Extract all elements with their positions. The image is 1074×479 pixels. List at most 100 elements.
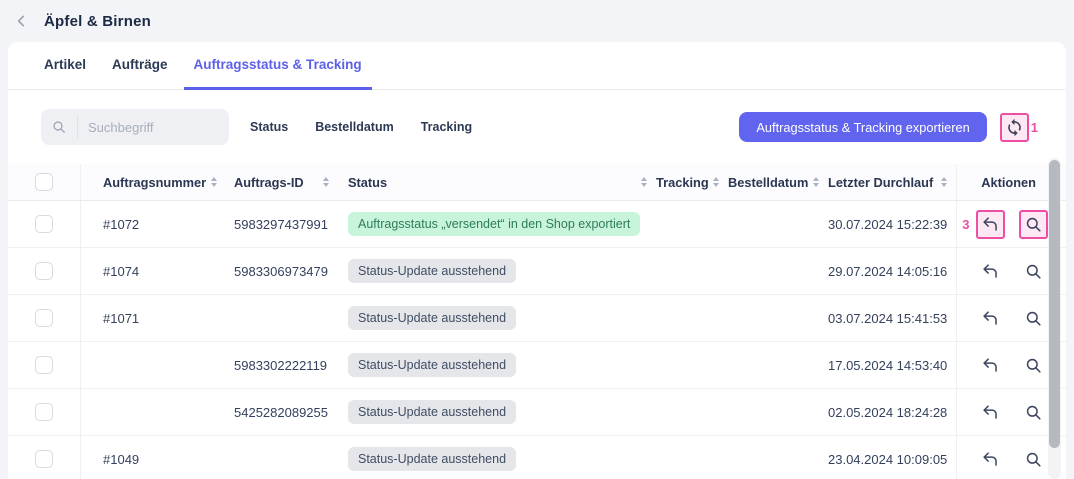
undo-export-icon[interactable] (981, 450, 1000, 469)
row-checkbox[interactable] (35, 450, 53, 468)
cell-auftragsnummer (81, 342, 226, 388)
cell-auftrags-id: 5425282089255 (226, 389, 338, 435)
undo-export-icon[interactable] (981, 309, 1000, 328)
cell-bestelldatum (728, 248, 828, 294)
content-card: Artikel Aufträge Auftragsstatus & Tracki… (8, 42, 1066, 479)
cell-tracking (656, 295, 728, 341)
column-header-bestelldatum: Bestelldatum (728, 175, 808, 190)
annotation-label-undo: 3 (960, 217, 971, 232)
page-title: Äpfel & Birnen (44, 13, 151, 30)
annotation-box-search (1019, 210, 1048, 239)
tab-auftraege[interactable]: Aufträge (102, 42, 178, 90)
column-header-letzter-durchlauf: Letzter Durchlauf (828, 175, 933, 190)
column-header-auftrags-id: Auftrags-ID (234, 175, 304, 190)
status-badge: Auftragsstatus „versendet“ in den Shop e… (348, 212, 640, 236)
row-checkbox[interactable] (35, 309, 53, 327)
annotation-box-search (1019, 398, 1048, 427)
cell-tracking (656, 248, 728, 294)
toolbar: Status Bestelldatum Tracking Auftragssta… (8, 90, 1066, 164)
search-box (41, 109, 229, 145)
refresh-icon[interactable] (1005, 118, 1024, 137)
details-search-icon[interactable] (1024, 403, 1043, 422)
cell-auftragsnummer: #1049 (81, 436, 226, 479)
sort-icon-auftrags-id[interactable] (323, 177, 329, 187)
status-badge: Status-Update ausstehend (348, 306, 516, 330)
cell-letzter-durchlauf: 29.07.2024 14:05:16 (828, 248, 956, 294)
filter-tracking[interactable]: Tracking (421, 120, 472, 134)
details-search-icon[interactable] (1024, 356, 1043, 375)
table-row: #1072 5983297437991 Auftragsstatus „vers… (8, 201, 1066, 248)
select-all-checkbox[interactable] (35, 173, 53, 191)
row-checkbox[interactable] (35, 356, 53, 374)
annotation-box-undo (976, 304, 1005, 333)
cell-auftrags-id: 5983297437991 (226, 201, 338, 247)
annotation-box-undo (976, 398, 1005, 427)
annotation-box-search (1019, 351, 1048, 380)
table-row: 5983302222119 Status-Update ausstehend 1… (8, 342, 1066, 389)
column-header-aktionen: Aktionen (981, 175, 1036, 190)
search-icon (41, 119, 77, 135)
annotation-box-undo (976, 257, 1005, 286)
undo-export-icon[interactable] (981, 403, 1000, 422)
cell-letzter-durchlauf: 17.05.2024 14:53:40 (828, 342, 956, 388)
sort-icon-bestelldatum[interactable] (813, 177, 819, 187)
filter-status[interactable]: Status (250, 120, 288, 134)
details-search-icon[interactable] (1024, 309, 1043, 328)
cell-bestelldatum (728, 201, 828, 247)
row-checkbox[interactable] (35, 403, 53, 421)
annotation-box-undo (976, 210, 1005, 239)
annotation-box-search (1019, 257, 1048, 286)
sort-icon-tracking[interactable] (713, 177, 719, 187)
annotation-box-search (1019, 445, 1048, 474)
undo-export-icon[interactable] (981, 215, 1000, 234)
table-header: Auftragsnummer Auftrags-ID Status Tracki… (8, 164, 1066, 201)
filter-bestelldatum[interactable]: Bestelldatum (315, 120, 394, 134)
table-row: #1071 Status-Update ausstehend 03.07.202… (8, 295, 1066, 342)
column-header-tracking: Tracking (656, 175, 709, 190)
row-checkbox[interactable] (35, 262, 53, 280)
cell-tracking (656, 389, 728, 435)
cell-auftrags-id (226, 436, 338, 479)
tab-auftragsstatus-tracking[interactable]: Auftragsstatus & Tracking (184, 42, 372, 90)
cell-auftrags-id: 5983302222119 (226, 342, 338, 388)
cell-auftrags-id: 5983306973479 (226, 248, 338, 294)
export-button[interactable]: Auftragsstatus & Tracking exportieren (739, 112, 986, 142)
annotation-box-undo (976, 351, 1005, 380)
search-input[interactable] (78, 120, 229, 135)
annotation-box-undo (976, 445, 1005, 474)
cell-bestelldatum (728, 342, 828, 388)
tab-bar: Artikel Aufträge Auftragsstatus & Tracki… (8, 42, 1066, 90)
cell-tracking (656, 201, 728, 247)
back-chevron-icon[interactable] (12, 11, 32, 31)
page-header: Äpfel & Birnen (0, 0, 1074, 42)
undo-export-icon[interactable] (981, 356, 1000, 375)
table-row: #1074 5983306973479 Status-Update ausste… (8, 248, 1066, 295)
cell-letzter-durchlauf: 03.07.2024 15:41:53 (828, 295, 956, 341)
cell-auftragsnummer: #1074 (81, 248, 226, 294)
sort-icon-auftragsnummer[interactable] (211, 177, 217, 187)
scrollbar-thumb[interactable] (1049, 160, 1060, 448)
undo-export-icon[interactable] (981, 262, 1000, 281)
tab-artikel[interactable]: Artikel (34, 42, 96, 90)
details-search-icon[interactable] (1024, 215, 1043, 234)
status-badge: Status-Update ausstehend (348, 447, 516, 471)
status-badge: Status-Update ausstehend (348, 400, 516, 424)
vertical-scrollbar (1048, 158, 1061, 479)
cell-tracking (656, 436, 728, 479)
cell-letzter-durchlauf: 02.05.2024 18:24:28 (828, 389, 956, 435)
table-body: #1072 5983297437991 Auftragsstatus „vers… (8, 201, 1066, 479)
annotation-box-search (1019, 304, 1048, 333)
cell-auftragsnummer: #1071 (81, 295, 226, 341)
annotation-box-1 (1000, 113, 1029, 142)
cell-tracking (656, 342, 728, 388)
sort-icon-status[interactable] (641, 177, 647, 187)
sort-icon-letzter-durchlauf[interactable] (941, 177, 947, 187)
details-search-icon[interactable] (1024, 262, 1043, 281)
filter-group: Status Bestelldatum Tracking (250, 120, 472, 134)
details-search-icon[interactable] (1024, 450, 1043, 469)
refresh-annotation-group: 1 (1000, 113, 1040, 142)
cell-letzter-durchlauf: 23.04.2024 10:09:05 (828, 436, 956, 479)
row-checkbox[interactable] (35, 215, 53, 233)
status-badge: Status-Update ausstehend (348, 259, 516, 283)
cell-auftrags-id (226, 295, 338, 341)
